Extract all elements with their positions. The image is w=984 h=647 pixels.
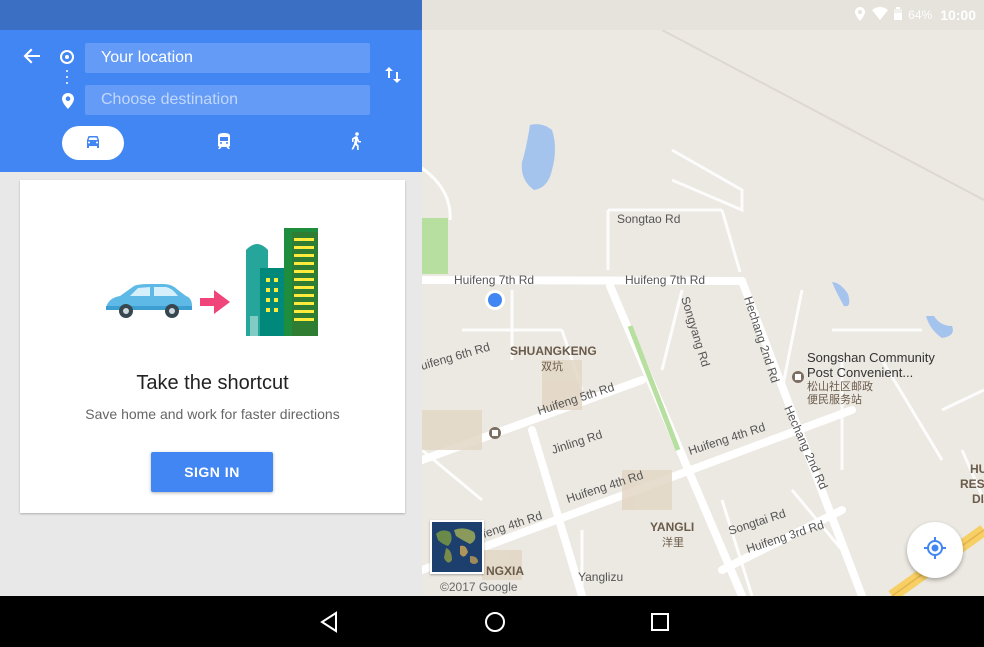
home-nav-icon[interactable] bbox=[481, 608, 509, 636]
map-view[interactable]: Songtao Rd Huifeng 7th Rd Huifeng 7th Rd… bbox=[422, 30, 984, 596]
battery-icon bbox=[894, 7, 903, 23]
tab-transit[interactable] bbox=[206, 126, 242, 160]
route-dots bbox=[66, 70, 68, 84]
label-ngxia: NGXIA bbox=[486, 564, 524, 578]
wifi-icon bbox=[872, 7, 889, 23]
label-songyang: Songyang Rd bbox=[678, 295, 713, 369]
destination-input[interactable]: Choose destination bbox=[85, 85, 370, 115]
label-huifeng6: uifeng 6th Rd bbox=[422, 340, 491, 373]
label-poi-name-1: Songshan Community bbox=[807, 350, 935, 365]
back-nav-icon[interactable] bbox=[316, 608, 344, 636]
poi-marker-icon bbox=[792, 371, 804, 383]
walk-icon bbox=[350, 132, 362, 154]
status-bar-left bbox=[0, 0, 422, 30]
train-icon bbox=[217, 133, 231, 153]
arrow-right-illustration bbox=[200, 290, 230, 314]
swap-icon[interactable] bbox=[385, 66, 409, 90]
label-edge-2: RESI bbox=[960, 477, 984, 491]
shortcut-card: Take the shortcut Save home and work for… bbox=[20, 180, 405, 513]
my-location-button[interactable] bbox=[907, 522, 963, 578]
directions-panel: Your location Choose destination Take th… bbox=[0, 30, 422, 596]
label-edge-1: HU bbox=[970, 462, 984, 476]
label-yangli-cn: 洋里 bbox=[662, 535, 684, 549]
clock: 10:00 bbox=[940, 7, 976, 23]
travel-mode-tabs bbox=[0, 122, 422, 168]
label-shuangkeng-cn: 双坑 bbox=[541, 359, 563, 373]
label-hechang2-a: Hechang 2nd Rd bbox=[741, 295, 782, 385]
label-edge-3: DI bbox=[972, 492, 984, 506]
map-copyright: ©2017 Google bbox=[440, 580, 518, 594]
label-shuangkeng: SHUANGKENG bbox=[510, 344, 597, 358]
directions-header: Your location Choose destination bbox=[0, 30, 422, 172]
battery-percent: 64% bbox=[908, 8, 933, 22]
label-yanglizu: Yanglizu bbox=[578, 570, 623, 584]
buildings-illustration bbox=[246, 228, 318, 336]
satellite-layer-thumbnail[interactable] bbox=[430, 520, 484, 574]
label-huifeng7-b: Huifeng 7th Rd bbox=[625, 273, 705, 287]
label-yangli: YANGLI bbox=[650, 520, 694, 534]
park-area bbox=[422, 218, 448, 274]
label-poi-cn-2: 便民服务站 bbox=[807, 392, 862, 406]
card-title: Take the shortcut bbox=[136, 372, 289, 394]
origin-marker-icon bbox=[60, 50, 74, 64]
tab-walking[interactable] bbox=[338, 126, 374, 160]
lake-3 bbox=[926, 316, 953, 338]
status-bar: 64% 10:00 bbox=[0, 0, 984, 30]
sign-in-button[interactable]: SIGN IN bbox=[151, 452, 273, 492]
label-poi-name-2: Post Convenient... bbox=[807, 365, 913, 380]
label-huifeng4-a: Huifeng 4th Rd bbox=[687, 420, 767, 458]
label-huifeng7-a: Huifeng 7th Rd bbox=[454, 273, 534, 287]
location-icon bbox=[854, 6, 866, 24]
system-navigation-bar bbox=[0, 596, 984, 647]
back-arrow-icon[interactable] bbox=[18, 42, 46, 70]
status-icons: 64% 10:00 bbox=[854, 0, 976, 30]
tab-driving[interactable] bbox=[62, 126, 124, 160]
recents-nav-icon[interactable] bbox=[646, 608, 674, 636]
label-poi-cn-1: 松山社区邮政 bbox=[807, 379, 873, 393]
origin-input[interactable]: Your location bbox=[85, 43, 370, 73]
car-illustration bbox=[106, 284, 192, 318]
lake-2 bbox=[832, 282, 850, 307]
label-jinling: Jinling Rd bbox=[550, 427, 604, 457]
shortcut-illustration bbox=[100, 220, 340, 340]
poi-marker-icon-2 bbox=[489, 427, 501, 439]
label-songtao: Songtao Rd bbox=[617, 212, 680, 226]
lake-1 bbox=[521, 124, 555, 190]
car-icon bbox=[85, 134, 101, 153]
card-subtitle: Save home and work for faster directions bbox=[85, 406, 340, 422]
crosshair-icon bbox=[923, 536, 947, 564]
destination-pin-icon bbox=[59, 93, 77, 111]
